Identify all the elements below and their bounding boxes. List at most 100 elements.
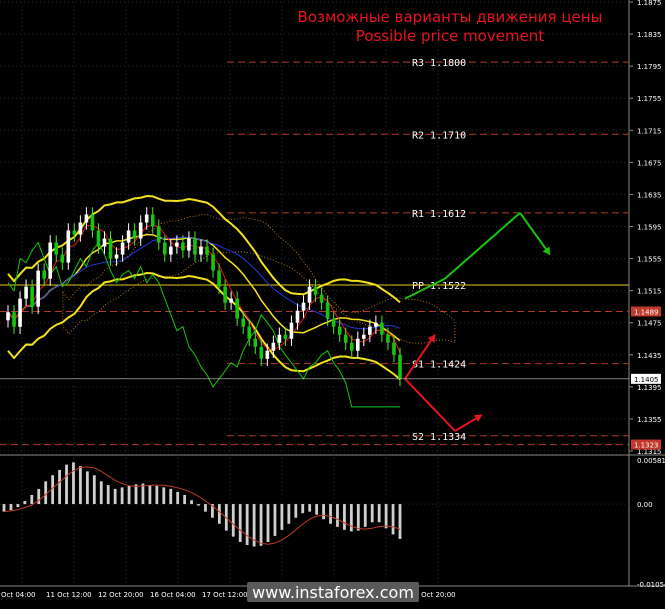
candle-body: [18, 298, 22, 327]
histogram-bar: [231, 504, 235, 537]
candle-body: [301, 302, 306, 311]
candle-body: [386, 334, 390, 343]
candle-body: [126, 230, 131, 243]
histogram-bar: [141, 483, 145, 505]
price-axis-label: 1.1675: [637, 159, 662, 167]
candle-body: [30, 286, 34, 307]
price-axis-label: 1.1595: [637, 224, 662, 232]
histogram-bar: [329, 504, 332, 524]
histogram-bar: [190, 500, 193, 505]
candle-body: [241, 318, 245, 327]
histogram-bar: [315, 504, 319, 515]
chart-stage: R3 1.1800 R2 1.1710 R1 1.1612 PP 1.1522 S1 1…: [0, 0, 665, 605]
candle-body: [205, 246, 209, 255]
osc-axis-label: 0.00: [637, 501, 653, 509]
candle-body: [132, 230, 137, 239]
histogram-bar: [301, 504, 305, 514]
histogram-bar: [294, 504, 298, 518]
histogram-bar: [183, 494, 187, 505]
candle-body: [60, 254, 65, 263]
histogram-bar: [204, 504, 207, 512]
histogram-bar: [162, 487, 166, 505]
candle-body: [277, 334, 282, 343]
candle-body: [163, 242, 167, 255]
time-axis-label: Oct 04:00: [1, 591, 36, 599]
candle-body: [66, 230, 71, 263]
candle-body: [307, 286, 312, 303]
candle-body: [398, 354, 402, 379]
candle-body: [247, 326, 252, 339]
candle-body: [211, 254, 215, 271]
histogram-bar: [322, 504, 325, 520]
histogram-bar: [9, 504, 13, 511]
candle-body: [48, 242, 53, 279]
osc-axis-label: 0.00581: [637, 457, 665, 465]
histogram-bar: [308, 504, 312, 512]
histogram-bar: [238, 504, 242, 542]
histogram-bar: [72, 462, 75, 505]
histogram-bar: [356, 504, 360, 531]
watermark: www.instaforex.com: [247, 582, 419, 602]
candle-body: [259, 346, 264, 359]
histogram-bar: [377, 504, 381, 523]
histogram-bar: [384, 504, 388, 529]
candle-body: [289, 322, 294, 339]
histogram-bar: [16, 504, 20, 508]
candle-body: [199, 246, 203, 255]
price-marker-label: 1.1489: [634, 308, 659, 316]
time-axis-label: 16 Oct 04:00: [150, 591, 196, 599]
candle-body: [144, 214, 149, 223]
histogram-bar: [273, 504, 277, 536]
histogram-bar: [343, 504, 346, 530]
candle-body: [374, 322, 378, 327]
price-axis-label: 1.1835: [637, 31, 662, 39]
candle-body: [181, 242, 185, 251]
histogram-bar: [363, 504, 367, 527]
candle-body: [337, 326, 342, 335]
histogram-bar: [120, 487, 124, 505]
histogram-bar: [336, 504, 339, 527]
candle-body: [90, 214, 95, 231]
time-axis-label: 12 Oct 20:00: [98, 591, 144, 599]
candle-body: [235, 298, 239, 319]
candle-body: [12, 312, 16, 327]
chart-subtitle: Possible price movement: [356, 27, 545, 45]
histogram-bar: [398, 504, 402, 539]
osc-axis-label: -0.01054: [637, 581, 665, 589]
price-axis-label: 1.1755: [637, 95, 662, 103]
price-axis-label: 1.1875: [637, 0, 662, 7]
histogram-bar: [58, 469, 61, 505]
histogram-bar: [23, 501, 27, 505]
chart-title: Возможные варианты движения цены: [298, 8, 603, 26]
candle-body: [265, 350, 270, 359]
candle-body: [313, 286, 318, 295]
candle-body: [42, 270, 46, 279]
histogram-bar: [2, 504, 6, 512]
candle-body: [355, 338, 360, 351]
candle-body: [229, 298, 233, 303]
candle-body: [138, 222, 143, 239]
candle-body: [156, 226, 161, 243]
histogram-bar: [176, 491, 180, 505]
candle-body: [96, 230, 101, 247]
candle-body: [169, 246, 173, 255]
candle-body: [150, 214, 155, 227]
histogram-bar: [148, 485, 152, 505]
price-axis-label: 1.1555: [637, 256, 662, 264]
pivot-level-label: S1 1.1424: [412, 360, 466, 371]
candle-body: [368, 326, 372, 335]
candle-body: [78, 222, 83, 235]
histogram-bar: [134, 484, 138, 505]
histogram-bar: [391, 504, 395, 535]
candle-body: [380, 322, 384, 335]
histogram-bar: [287, 504, 291, 524]
candle-body: [253, 338, 258, 347]
price-axis-label: 1.1355: [637, 416, 662, 424]
histogram-bar: [113, 488, 117, 505]
price-axis-label: 1.1515: [637, 288, 662, 296]
histogram-bar: [106, 485, 110, 505]
candle-body: [6, 312, 10, 321]
candle-body: [362, 334, 366, 339]
histogram-bar: [197, 504, 200, 506]
histogram-bar: [44, 481, 48, 505]
